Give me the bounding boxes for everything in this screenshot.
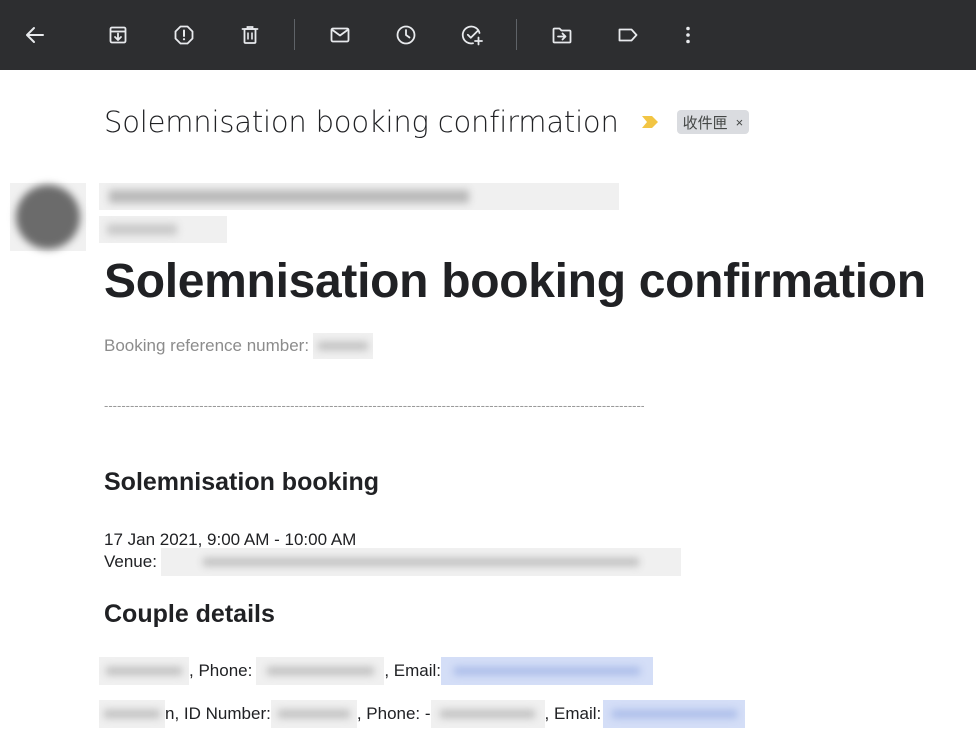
booking-datetime: 17 Jan 2021, 9:00 AM - 10:00 AM [104, 530, 357, 549]
phone-label: , Phone: - [356, 704, 431, 723]
more-vert-icon [686, 26, 690, 44]
back-button[interactable] [15, 15, 55, 55]
archive-icon [109, 26, 127, 44]
booking-reference-row: Booking reference number: [104, 333, 374, 359]
booking-reference-redacted [313, 333, 374, 359]
remove-label-button[interactable]: × [736, 115, 744, 130]
toolbar-divider [294, 19, 295, 50]
label-chip-text: 收件匣 [682, 114, 728, 132]
importance-marker-icon[interactable] [641, 114, 659, 130]
recipient-redacted [99, 216, 227, 243]
mark-unread-icon [330, 27, 350, 43]
mark-unread-button[interactable] [320, 15, 360, 55]
email-subject: Solemnisation booking confirmation [104, 105, 619, 139]
id-number-redacted [270, 700, 357, 728]
action-toolbar [0, 0, 976, 70]
snooze-button[interactable] [386, 15, 426, 55]
id-number-label: , ID Number: [174, 704, 271, 723]
toolbar-divider [516, 19, 517, 50]
add-to-tasks-button[interactable] [452, 15, 492, 55]
couple-row-1: , Phone: , Email: [99, 657, 654, 685]
email-heading: Solemnisation booking confirmation [104, 255, 926, 308]
phone-redacted [430, 700, 545, 728]
venue-label: Venue: [104, 552, 157, 571]
email-label: , Email: [544, 704, 602, 723]
labels-button[interactable] [608, 15, 648, 55]
sender-name-redacted[interactable] [99, 183, 619, 210]
archive-button[interactable] [98, 15, 138, 55]
move-to-button[interactable] [542, 15, 582, 55]
booking-reference-label: Booking reference number: [104, 336, 310, 355]
name-partial: n [165, 704, 175, 723]
name-redacted [99, 657, 189, 685]
delete-button[interactable] [230, 15, 270, 55]
snooze-icon [396, 25, 416, 45]
divider: ----------------------------------------… [104, 398, 644, 413]
more-options-button[interactable] [668, 15, 708, 55]
sender-avatar[interactable] [10, 183, 86, 251]
delete-icon [241, 26, 259, 44]
email-label: , Email: [384, 661, 442, 680]
phone-redacted [256, 657, 385, 685]
back-arrow-icon [26, 27, 44, 43]
move-to-icon [552, 27, 572, 44]
name-redacted [99, 700, 165, 728]
email-link-redacted[interactable] [603, 700, 746, 728]
booking-section-heading: Solemnisation booking [104, 468, 380, 496]
add-task-icon [461, 25, 483, 46]
report-spam-icon [174, 25, 194, 45]
couple-row-2: n , ID Number: , Phone: - , Email: [99, 700, 746, 728]
subject-row: Solemnisation booking confirmation 收件匣 × [104, 100, 750, 144]
label-icon [618, 28, 638, 42]
email-link-redacted[interactable] [441, 657, 654, 685]
venue-row: Venue: [104, 548, 681, 576]
inbox-label-chip: 收件匣 × [676, 110, 750, 134]
couple-section-heading: Couple details [104, 600, 275, 628]
report-spam-button[interactable] [164, 15, 204, 55]
venue-redacted [160, 548, 681, 576]
phone-label: , Phone: [189, 661, 253, 680]
